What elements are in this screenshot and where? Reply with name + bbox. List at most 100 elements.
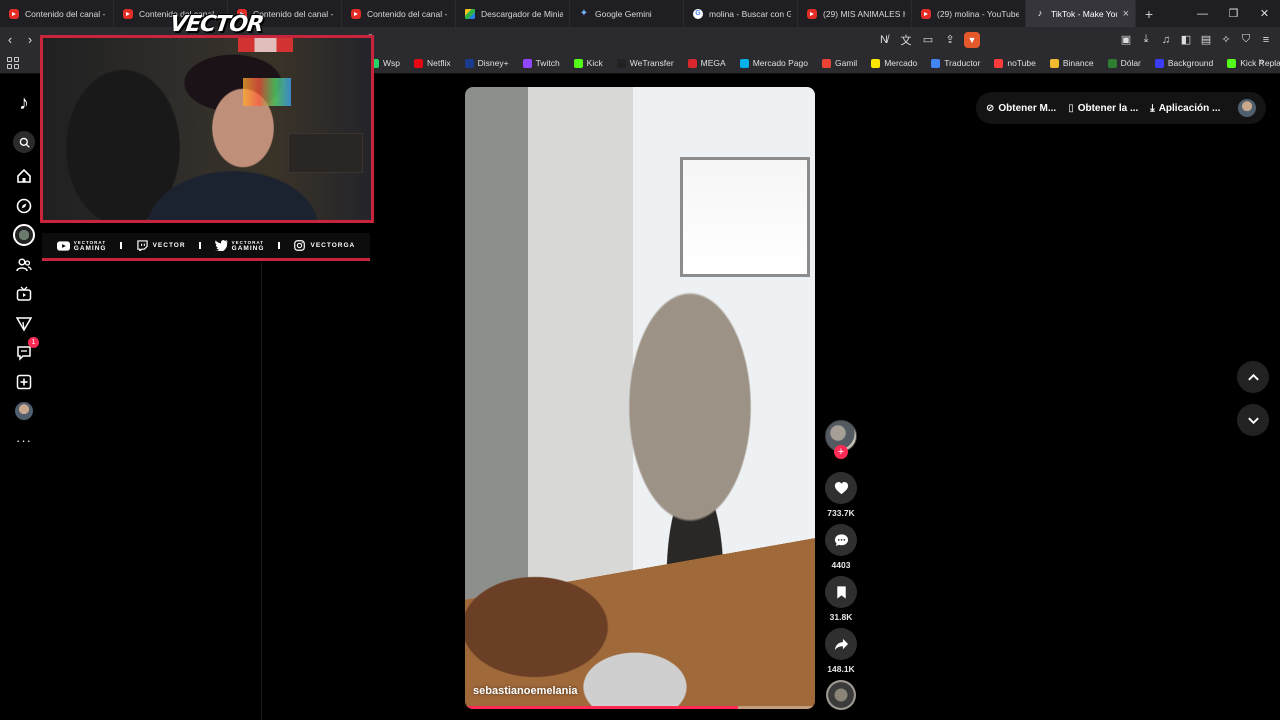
share-button[interactable] (825, 628, 857, 660)
bookmark-favicon-icon (931, 58, 941, 68)
browser-tab[interactable]: Descargador de Miniat (456, 0, 570, 27)
leo-ai-icon[interactable]: ✧ (1218, 32, 1234, 48)
get-app-button[interactable]: ▯ Obtener la ... (1068, 103, 1138, 114)
address-actions: N̸ 文 ▭ ⇪ ▼ (876, 27, 980, 52)
follow-plus-button[interactable]: + (834, 445, 848, 459)
tab-label: Contenido del canal - (367, 8, 448, 19)
messages-send-icon[interactable] (13, 313, 35, 335)
chevron-up-icon (1247, 373, 1259, 380)
downloads-icon[interactable]: ⤓ (1138, 32, 1154, 48)
forward-icon[interactable]: › (20, 32, 40, 47)
tab-label: TikTok - Make You (1051, 8, 1117, 19)
save-button[interactable] (825, 576, 857, 608)
bookmark-label: noTube (1007, 58, 1036, 68)
twitch-icon (136, 240, 149, 251)
bookmark-mercado[interactable]: Mercado (871, 58, 917, 68)
cast-icon[interactable]: ▭ (920, 32, 936, 48)
bookmark-favicon-icon (871, 58, 881, 68)
video-author-username[interactable]: sebastianoemelania (473, 685, 578, 697)
bookmark-background[interactable]: Background (1154, 58, 1213, 68)
translate-icon[interactable]: 文 (898, 32, 914, 48)
share-count: 148.1K (827, 664, 855, 674)
google-icon: G (693, 8, 703, 19)
apps-grid-icon[interactable] (7, 57, 19, 69)
bookmark-binance[interactable]: Binance (1049, 58, 1094, 68)
column-divider (261, 262, 262, 720)
bookmark-traductor[interactable]: Traductor (931, 58, 980, 68)
vpn-shield-icon[interactable]: ⛉ (1238, 32, 1254, 48)
bookmark-icon (836, 585, 846, 599)
tab-label: Google Gemini (595, 8, 652, 19)
comment-button[interactable] (825, 524, 857, 556)
tiktok-icon: ♪ (1037, 8, 1043, 18)
share-icon[interactable]: ⇪ (942, 32, 958, 48)
minimize-icon[interactable]: — (1187, 0, 1218, 27)
bookmark-mercado-pago[interactable]: Mercado Pago (739, 58, 808, 68)
bookmark-wsp[interactable]: Wsp (370, 58, 400, 68)
video-progress-bar[interactable] (465, 706, 815, 709)
more-dots-icon[interactable]: ··· (13, 429, 35, 451)
video-player[interactable]: sebastianoemelania (465, 87, 815, 709)
bookmark-disney-[interactable]: Disney+ (464, 58, 509, 68)
social-twitter: VECTORAT GAMING (214, 240, 265, 252)
explore-compass-icon[interactable] (13, 195, 35, 217)
wallet-icon[interactable]: ▣ (1118, 32, 1134, 48)
bookmark-wetransfer[interactable]: WeTransfer (616, 58, 674, 68)
get-coins-button[interactable]: ⊘ Obtener M... (986, 103, 1056, 114)
bookmark-favicon-icon (1049, 58, 1059, 68)
previous-video-button[interactable] (1237, 361, 1269, 393)
browser-tab[interactable]: Gmolina - Buscar con G (684, 0, 798, 27)
close-window-icon[interactable]: ✕ (1249, 0, 1280, 27)
bookmark-label: Binance (1062, 58, 1094, 68)
friends-icon[interactable] (13, 254, 35, 276)
browser-tab[interactable]: Contenido del canal - (342, 0, 456, 27)
profile-avatar[interactable] (1238, 99, 1256, 117)
music-disc-avatar[interactable] (826, 680, 856, 710)
like-button[interactable] (825, 472, 857, 504)
browser-tab[interactable]: (29) MIS ANIMALES H (798, 0, 912, 27)
search-button[interactable] (13, 131, 35, 153)
following-avatar-icon[interactable] (13, 224, 35, 246)
browser-tab[interactable]: ✦ Google Gemini (570, 0, 684, 27)
next-video-button[interactable] (1237, 404, 1269, 436)
music-icon[interactable]: ♫ (1158, 32, 1174, 48)
home-icon[interactable] (13, 165, 35, 187)
restore-icon[interactable]: ❐ (1218, 0, 1249, 27)
profile-avatar[interactable] (13, 400, 35, 422)
tiktok-logo-icon[interactable]: ♪ (13, 92, 35, 114)
browser-tab[interactable]: Contenido del canal - (0, 0, 114, 27)
notification-badge: 1 (28, 337, 39, 348)
bookmark-notube[interactable]: noTube (994, 58, 1036, 68)
bookmark-label: WeTransfer (629, 58, 674, 68)
like-count: 733.7K (827, 508, 855, 518)
avatar (15, 402, 33, 420)
bookmark-netflix[interactable]: Netflix (414, 58, 451, 68)
youtube-icon (123, 8, 133, 19)
desktop-app-button[interactable]: ⤓ Aplicación ... (1150, 103, 1220, 114)
new-tab-button[interactable]: + (1136, 6, 1162, 22)
bookmark-twitch[interactable]: Twitch (522, 58, 560, 68)
bookmark-favicon-icon (1227, 58, 1237, 68)
bookmark-d-lar[interactable]: Dólar (1107, 58, 1141, 68)
back-icon[interactable]: ‹ (0, 32, 20, 47)
wallet2-icon[interactable]: ▤ (1198, 32, 1214, 48)
youtube-icon (351, 8, 361, 19)
bookmark-kick[interactable]: Kick (573, 58, 603, 68)
live-tv-icon[interactable] (13, 283, 35, 305)
browser-tab[interactable]: (29) molina - YouTube (912, 0, 1026, 27)
upload-plus-icon[interactable] (13, 371, 35, 393)
close-tab-icon[interactable]: × (1123, 8, 1129, 20)
browser-tab-active[interactable]: ♪ TikTok - Make You × (1026, 0, 1136, 27)
more-bookmarks-icon[interactable]: » (1258, 56, 1264, 67)
bookmark-mega[interactable]: MEGA (687, 58, 726, 68)
search-icon (13, 131, 35, 153)
brave-shields-icon[interactable]: ▼ (964, 31, 980, 48)
bookmark-gamil[interactable]: Gamil (822, 58, 857, 68)
arcade-light-decoration (243, 78, 291, 106)
menu-icon[interactable]: ≡ (1258, 32, 1274, 48)
youtube-icon (807, 8, 817, 19)
inbox-icon[interactable]: 1 (13, 337, 39, 364)
reader-off-icon[interactable]: N̸ (876, 32, 892, 48)
sidebar-icon[interactable]: ◧ (1178, 32, 1194, 48)
bookmark-kick-replay[interactable]: Kick Replay (1227, 58, 1280, 68)
